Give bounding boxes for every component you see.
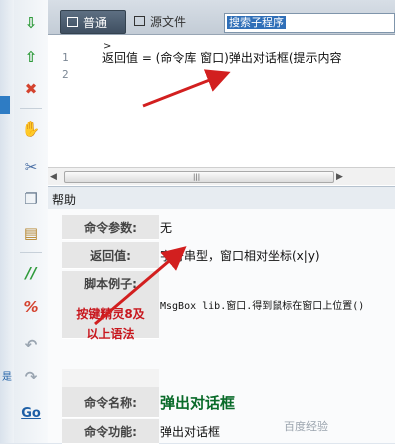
scroll-left-icon[interactable]: ◀: [50, 172, 57, 182]
undo-icon[interactable]: ↶: [20, 334, 42, 356]
move-up-icon[interactable]: ⇧: [20, 46, 42, 68]
param-label: 命令参数:: [62, 215, 159, 240]
watermark: 百度经验: [284, 420, 328, 433]
tab-source[interactable]: 源文件: [128, 10, 192, 32]
move-down-icon[interactable]: ⇩: [20, 12, 42, 34]
cut-icon[interactable]: ✂: [20, 156, 42, 178]
vertical-toolbar: ⇩ ⇧ ✖ ✋ ✂ ❐ ▤ // % ↶ ↷ Go: [14, 0, 49, 443]
help-panel: 命令参数: 无 返回值: 字符串型，窗口相对坐标(x|y) 脚本例子: 按键精灵…: [48, 209, 395, 444]
example-code: MsgBox lib.窗口.得到鼠标在窗口上位置(): [160, 300, 365, 312]
panel-tab-label[interactable]: 是: [2, 368, 12, 383]
return-value: 字符串型，窗口相对坐标(x|y): [160, 248, 320, 263]
line-number-gutter: 1 2: [48, 35, 94, 167]
panel-tab-marker[interactable]: [0, 96, 10, 114]
tab-normal[interactable]: 普通: [60, 10, 126, 34]
redo-icon[interactable]: ↷: [20, 366, 42, 388]
tab-normal-label: 普通: [83, 15, 108, 30]
code-editor[interactable]: 1 2 > 返回值 = (命令库 窗口)弹出对话框(提示内容: [48, 35, 395, 167]
normal-view-icon: [67, 17, 78, 27]
line-number: 1: [62, 51, 69, 64]
source-file-icon: [134, 16, 145, 26]
goto-icon[interactable]: Go: [20, 402, 42, 424]
comment-icon[interactable]: //: [20, 262, 42, 284]
left-panel-strip: 是: [0, 0, 15, 443]
line-number: 2: [62, 68, 69, 81]
tab-bar: 普通 源文件 搜索子程序: [48, 0, 395, 35]
search-input-value: 搜索子程序: [227, 16, 286, 29]
help-panel-header: 帮助: [48, 186, 395, 210]
return-label: 返回值:: [62, 242, 159, 269]
example-label: 脚本例子:: [84, 277, 137, 291]
command-name-value: 弹出对话框: [160, 393, 236, 412]
scroll-right-icon[interactable]: ▶: [336, 172, 343, 182]
scrollbar-grip: |||: [193, 173, 201, 181]
example-version-note: 按键精灵8及以上语法: [76, 307, 145, 341]
scrollbar-thumb[interactable]: |||: [64, 171, 334, 183]
name-label: 命令名称:: [62, 387, 159, 418]
delete-icon[interactable]: ✖: [20, 78, 42, 100]
function-value: 弹出对话框: [160, 424, 221, 439]
tab-source-label: 源文件: [150, 14, 187, 29]
copy-icon[interactable]: ❐: [20, 188, 42, 210]
toolbar-divider: [20, 252, 42, 253]
code-line[interactable]: 返回值 = (命令库 窗口)弹出对话框(提示内容: [102, 49, 395, 66]
param-value: 无: [160, 220, 173, 235]
help-title: 帮助: [52, 193, 77, 207]
horizontal-scrollbar[interactable]: ◀ ||| ▶: [48, 167, 395, 185]
search-subroutine-input[interactable]: 搜索子程序: [224, 13, 395, 33]
main-area: 普通 源文件 搜索子程序 1 2 > 返回值 = (命令库 窗口)弹出对话框(提…: [48, 0, 395, 444]
function-label: 命令功能:: [62, 419, 159, 444]
example-label-block: 脚本例子: 按键精灵8及以上语法: [62, 271, 159, 341]
toolbar-divider: [20, 108, 42, 109]
uncomment-icon[interactable]: %: [20, 296, 42, 318]
paste-icon[interactable]: ▤: [20, 222, 42, 244]
hand-icon[interactable]: ✋: [20, 118, 42, 140]
